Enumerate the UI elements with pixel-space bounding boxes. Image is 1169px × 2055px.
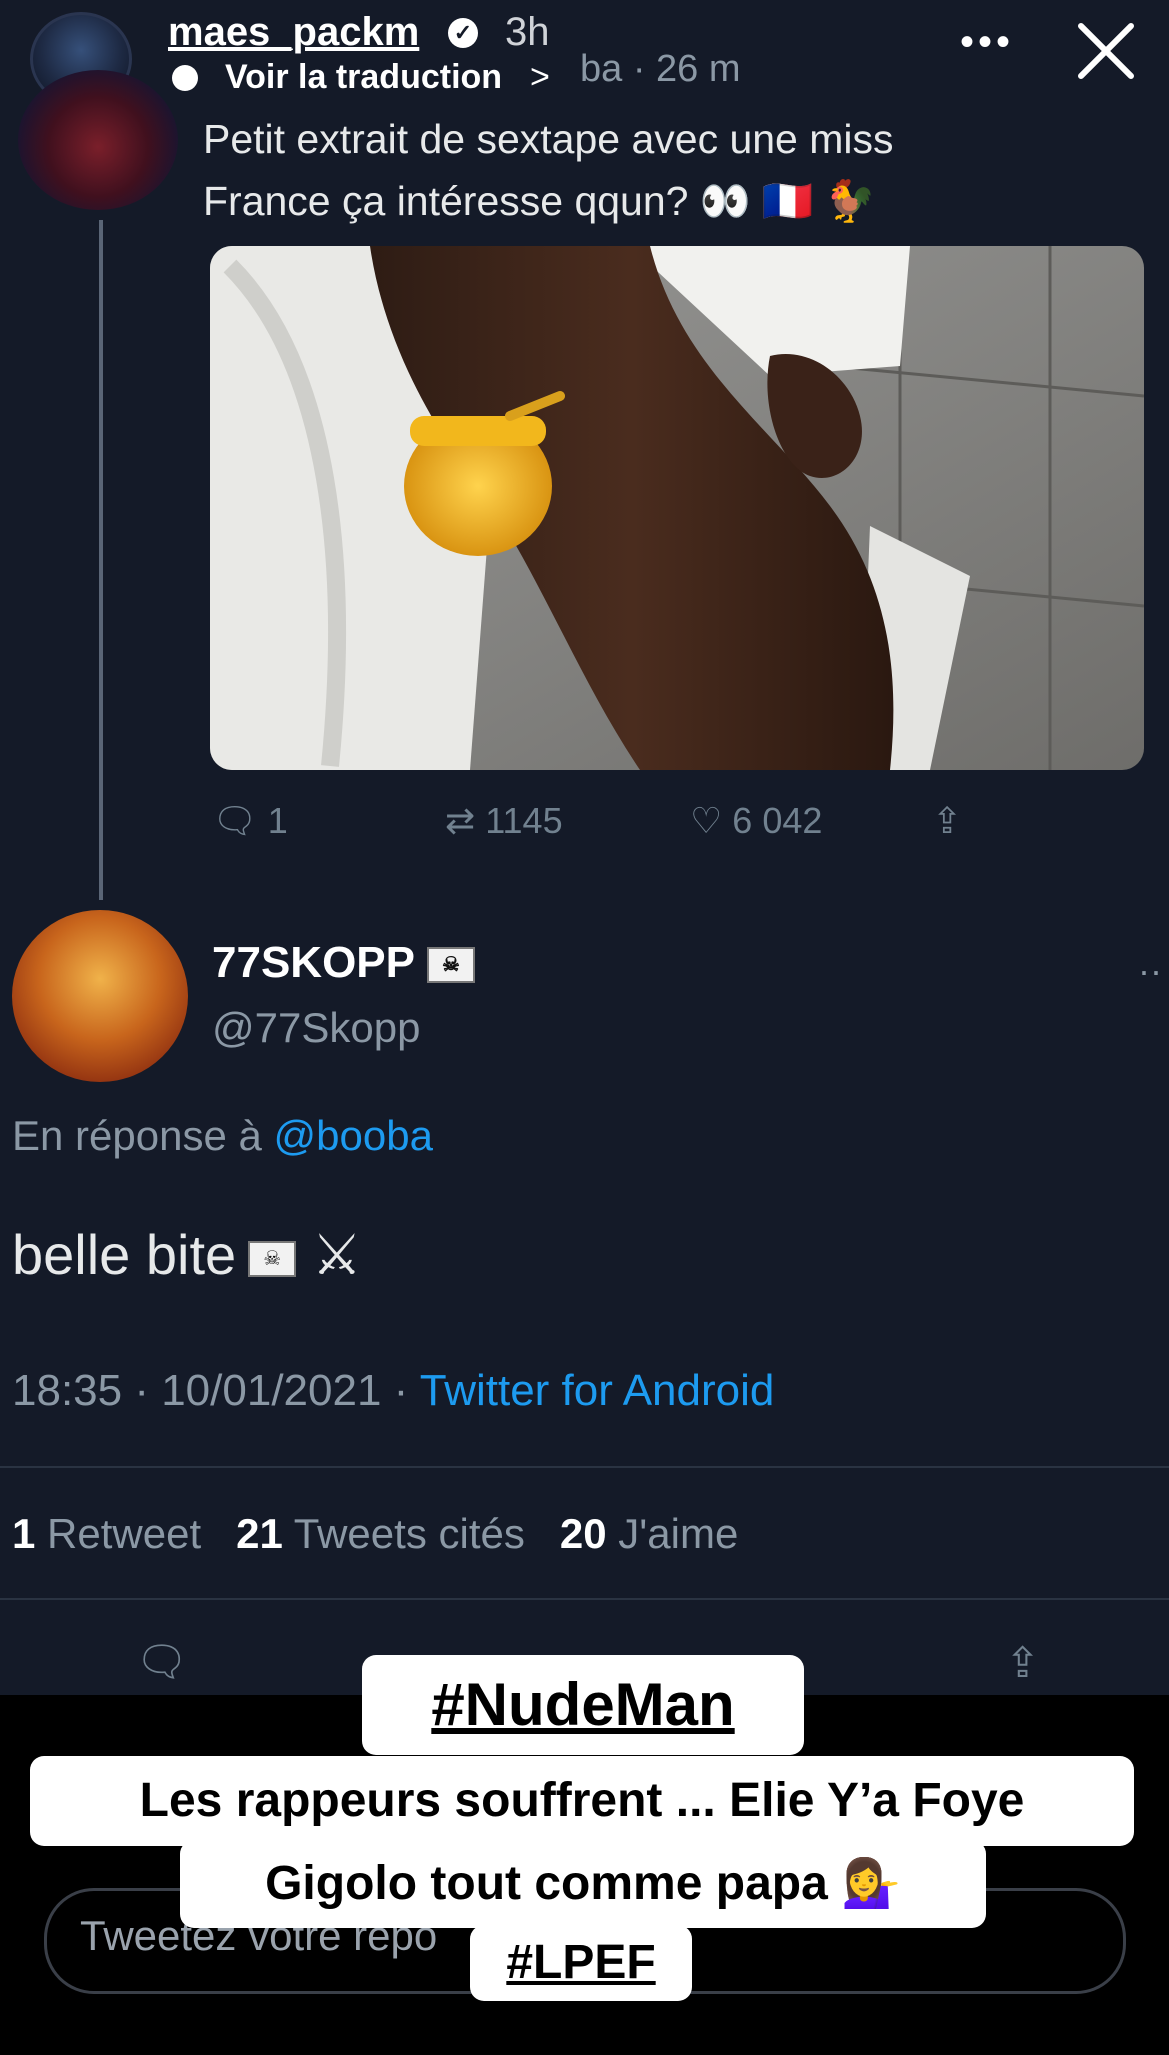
tweet-text-line: France ça intéresse qqun? 👀 🇫🇷 🐓: [203, 178, 876, 224]
share-button[interactable]: ⇪: [932, 800, 962, 842]
reply-icon[interactable]: 🗨: [135, 1638, 188, 1687]
divider: [0, 1598, 1169, 1600]
share-icon: ⇪: [932, 800, 963, 841]
more-options-icon[interactable]: ··: [1138, 950, 1162, 992]
retweet-count: 1145: [485, 800, 563, 841]
quotes-stat-count: 21: [236, 1510, 283, 1557]
heart-icon: ♡: [690, 800, 723, 841]
likes-stat-count: 20: [559, 1510, 607, 1557]
tweet-source-link[interactable]: Twitter for Android: [420, 1366, 775, 1415]
tweet-time: 18:35 · 10/01/2021 ·: [12, 1366, 409, 1415]
retweet-button[interactable]: ⇄ 1145: [445, 800, 563, 842]
retweet-stat-label[interactable]: Retweet: [47, 1510, 201, 1557]
tweet-text-line: Petit extrait de sextape avec une miss: [203, 116, 894, 162]
tweet-media-image[interactable]: [210, 246, 1144, 770]
reply-context: En réponse à @booba: [12, 1112, 433, 1160]
reply-count: 1: [267, 800, 288, 841]
story-time: 3h: [505, 10, 550, 54]
tweet-timestamp: 18:35 · 10/01/2021 · Twitter for Android: [12, 1366, 774, 1416]
tweet-author-avatar: [18, 70, 178, 210]
reply-text: belle bite ☠ ⚔: [12, 1222, 362, 1288]
pirate-flag-icon: ☠: [426, 947, 475, 984]
verified-badge-icon: ✓: [448, 18, 478, 48]
reply-author-avatar[interactable]: [12, 910, 188, 1082]
tweet-stats: 1 Retweet 21 Tweets cités 20 J'aime: [12, 1510, 738, 1558]
reply-icon: 🗨: [212, 800, 258, 841]
retweet-stat-count: 1: [12, 1510, 36, 1557]
story-username[interactable]: maes_packm: [168, 10, 419, 55]
thread-line: [99, 220, 103, 900]
media-photo: [210, 246, 1144, 770]
hashtag-sticker[interactable]: #NudeMan: [362, 1655, 804, 1755]
chevron-right-icon: >: [530, 58, 550, 96]
author-name-text: 77SKOPP: [212, 938, 415, 987]
retweet-icon: ⇄: [445, 800, 476, 841]
tweet-handle-time: ba · 26 m: [580, 48, 741, 90]
mention-link[interactable]: @booba: [274, 1112, 433, 1159]
caption-sticker: Gigolo tout comme papa 💁‍♀️: [180, 1840, 986, 1928]
close-icon[interactable]: [1075, 20, 1137, 82]
hashtag-sticker[interactable]: #LPEF: [470, 1925, 692, 2001]
reply-author-handle[interactable]: @77Skopp: [212, 1004, 420, 1052]
like-button[interactable]: ♡ 6 042: [690, 800, 822, 842]
quotes-stat-label[interactable]: Tweets cités: [294, 1510, 525, 1557]
caption-sticker: Les rappeurs souffrent ... Elie Y’a Foye: [30, 1756, 1134, 1846]
share-icon[interactable]: ⇪: [1005, 1638, 1040, 1687]
reply-text-content: belle bite: [12, 1223, 237, 1286]
reply-button[interactable]: 🗨 1: [212, 800, 288, 842]
reply-prefix: En réponse à: [12, 1112, 262, 1159]
swords-icon: ⚔: [311, 1223, 362, 1286]
translate-link[interactable]: Voir la traduction: [225, 58, 502, 97]
reply-author-name[interactable]: 77SKOPP ☠: [212, 938, 475, 988]
likes-stat-label[interactable]: J'aime: [618, 1510, 738, 1557]
like-count: 6 042: [732, 800, 823, 841]
divider: [0, 1466, 1169, 1468]
pirate-flag-icon: ☠: [248, 1241, 297, 1278]
more-options-icon[interactable]: •••: [960, 22, 1014, 62]
tweet-text: Petit extrait de sextape avec une miss F…: [203, 108, 1063, 232]
translate-icon: [172, 65, 198, 91]
